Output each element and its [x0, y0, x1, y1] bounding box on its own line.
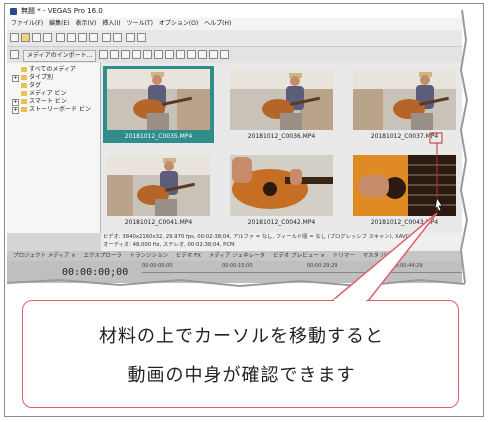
torn-edge-right	[459, 9, 469, 284]
torn-edge-bottom	[6, 278, 466, 288]
callout-box: 材料の上でカーソルを移動すると 動画の中身が確認できます	[22, 300, 459, 408]
mouse-cursor-icon	[434, 197, 443, 212]
callout-pointer	[331, 212, 438, 302]
callout-line-2: 動画の中身が確認できます	[127, 365, 356, 386]
callout-line-1: 材料の上でカーソルを移動すると	[99, 326, 384, 347]
scrub-marker-box	[429, 132, 443, 144]
